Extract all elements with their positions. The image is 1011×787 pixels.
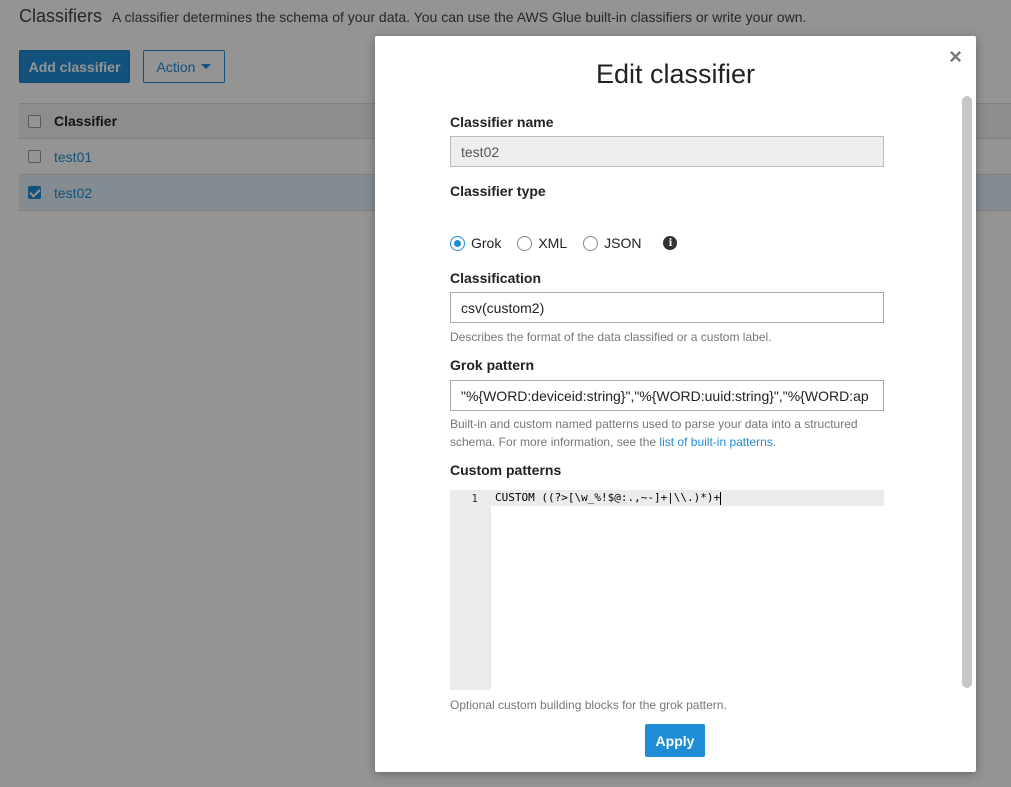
grok-pattern-label: Grok pattern [450, 357, 535, 373]
radio-xml[interactable]: XML [517, 235, 567, 251]
grok-pattern-field[interactable]: "%{WORD:deviceid:string}","%{WORD:uuid:s… [450, 380, 884, 411]
editor-gutter [450, 490, 491, 690]
classifier-name-label: Classifier name [450, 114, 554, 130]
custom-patterns-help: Optional custom building blocks for the … [450, 698, 727, 712]
custom-patterns-editor[interactable]: 1 CUSTOM ((?>[\w_%!$@:.,~-]+|\\.)*)+ [450, 490, 884, 690]
classification-help: Describes the format of the data classif… [450, 330, 772, 344]
grok-help-text: Built-in and custom named patterns used … [450, 417, 858, 449]
scrollbar[interactable] [962, 96, 972, 688]
info-icon[interactable]: i [663, 236, 678, 250]
line-number: 1 [471, 491, 478, 505]
line-code: CUSTOM ((?>[\w_%!$@:.,~-]+|\\.)*)+ [491, 491, 722, 505]
custom-patterns-label: Custom patterns [450, 462, 562, 478]
radio-json[interactable]: JSON [583, 235, 641, 251]
radio-button[interactable] [450, 235, 465, 251]
radio-label: JSON [604, 235, 642, 251]
grok-pattern-help: Built-in and custom named patterns used … [450, 415, 884, 451]
built-in-patterns-link[interactable]: list of built-in patterns [659, 435, 772, 449]
radio-grok[interactable]: Grok [450, 235, 501, 251]
edit-classifier-dialog: × Edit classifier Classifier name test02… [375, 36, 976, 772]
radio-button[interactable] [583, 235, 599, 251]
code-text: CUSTOM ((?>[\w_%!$@:.,~-]+|\\.)*)+ [495, 491, 721, 505]
apply-button[interactable]: Apply [645, 724, 705, 757]
classifier-type-radio-group: Grok XML JSON i [450, 235, 678, 251]
text-cursor [720, 491, 722, 505]
classifier-name-field: test02 [450, 136, 884, 167]
radio-button[interactable] [517, 235, 533, 251]
classifier-type-label: Classifier type [450, 183, 546, 199]
radio-label: XML [538, 235, 568, 251]
grok-help-suffix: . [772, 435, 777, 449]
dialog-title: Edit classifier [595, 59, 756, 89]
editor-line[interactable]: 1 CUSTOM ((?>[\w_%!$@:.,~-]+|\\.)*)+ [450, 490, 884, 506]
classification-label: Classification [450, 270, 542, 286]
classification-field[interactable]: csv(custom2) [450, 292, 884, 323]
radio-label: Grok [471, 235, 502, 251]
